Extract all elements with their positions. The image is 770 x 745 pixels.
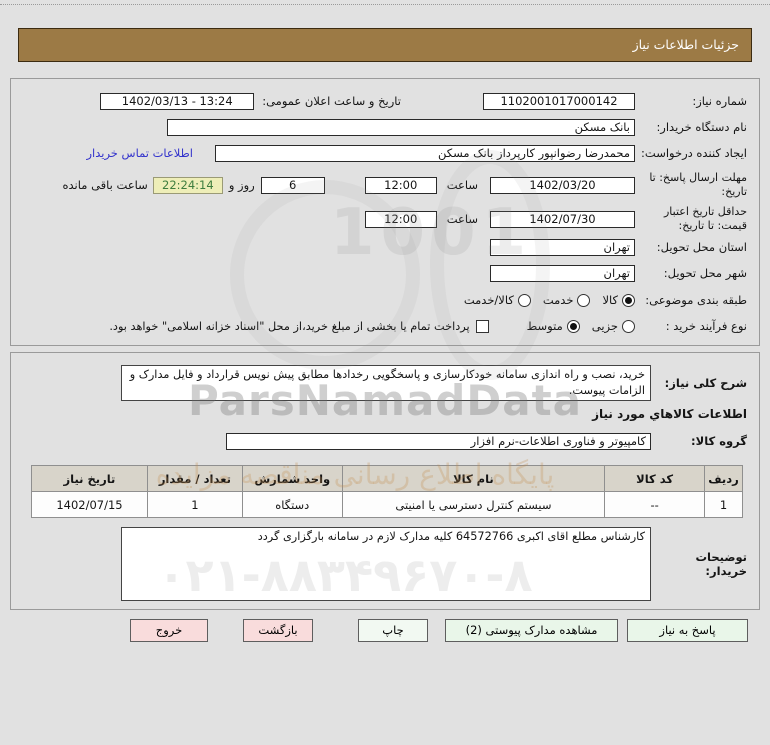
treasury-checkbox[interactable]	[475, 319, 489, 333]
buyer-org-label: نام دستگاه خریدار:	[656, 119, 747, 134]
response-deadline-date-field[interactable]: 1402/03/20	[490, 176, 635, 194]
buyer-contact-link[interactable]: اطلاعات تماس خریدار	[86, 146, 193, 160]
delivery-city-label: شهر محل تحویل:	[663, 265, 747, 280]
need-info-panel: شماره نیاز: 1102001017000142 تاریخ و ساع…	[10, 78, 760, 346]
buyer-notes-field[interactable]: کارشناس مطلع اقای اکبری 64572766 کلیه مد…	[121, 527, 651, 601]
purchase-type-row: نوع فرآیند خرید : جزیی متوسط پرداخت تمام…	[23, 317, 747, 335]
request-creator-field[interactable]: محمدرضا رضوانپور کارپرداز بانک مسکن	[215, 144, 635, 162]
countdown-timer: 22:24:14	[152, 176, 223, 194]
exit-button[interactable]: خروج	[130, 619, 208, 642]
goods-group-row: گروه کالا: کامپیوتر و فناوری اطلاعات-نرم…	[23, 431, 747, 451]
col-item-code: کد کالا	[604, 465, 706, 492]
delivery-city-row: شهر محل تحویل: تهران	[23, 263, 747, 283]
need-number-row: شماره نیاز: 1102001017000142 تاریخ و ساع…	[23, 91, 747, 111]
purchase-type-label: نوع فرآیند خرید :	[665, 318, 747, 333]
table-row: 1 -- سیستم کنترل دسترسی یا امنیتی دستگاه…	[31, 491, 743, 518]
need-number-label: شماره نیاز:	[692, 93, 747, 108]
page-title: جزئیات اطلاعات نیاز	[18, 28, 752, 62]
radio-medium-label: متوسط	[526, 319, 563, 333]
countdown-label: ساعت باقی مانده	[62, 178, 148, 192]
delivery-province-label: استان محل تحویل:	[656, 239, 747, 254]
col-quantity: تعداد / مقدار	[146, 465, 243, 492]
cell-quantity: 1	[146, 491, 243, 518]
subject-class-row: طبقه بندی موضوعی: کالا خدمت کالا/خدمت	[23, 291, 747, 309]
buyer-notes-label: توضیحات خریدار:	[695, 549, 748, 578]
response-deadline-time-field[interactable]: 12:00	[364, 176, 437, 194]
buyer-notes-row: توضیحات خریدار: کارشناس مطلع اقای اکبری …	[23, 526, 747, 602]
cell-item-code: --	[604, 491, 706, 518]
action-buttons: پاسخ به نیاز مشاهده مدارک پیوستی (2) چاپ…	[0, 619, 770, 645]
announce-datetime-label: تاریخ و ساعت اعلان عمومی:	[262, 94, 401, 108]
delivery-province-field[interactable]: تهران	[490, 238, 635, 256]
col-unit: واحد شمارش	[241, 465, 343, 492]
cell-need-date: 1402/07/15	[31, 491, 148, 518]
response-deadline-hour-label: ساعت	[446, 178, 478, 192]
request-creator-label: ایجاد کننده درخواست:	[641, 145, 747, 160]
radio-medium[interactable]	[566, 319, 580, 333]
delivery-province-row: استان محل تحویل: تهران	[23, 237, 747, 257]
cell-unit: دستگاه	[241, 491, 343, 518]
remaining-days-label: روز و	[228, 178, 255, 192]
goods-group-label: گروه کالا:	[691, 433, 747, 448]
general-description-label: شرح کلی نیاز:	[664, 375, 747, 390]
radio-service[interactable]	[577, 293, 591, 307]
radio-goods-label: کالا	[602, 293, 618, 307]
response-deadline-row: مهلت ارسال پاسخ: تا تاریخ: 1402/03/20 سا…	[23, 171, 748, 199]
price-validity-time-field[interactable]: 12:00	[364, 210, 437, 228]
radio-goods[interactable]	[622, 293, 635, 307]
buyer-org-row: نام دستگاه خریدار: بانک مسکن	[23, 117, 747, 137]
price-validity-date-field[interactable]: 1402/07/30	[490, 210, 635, 228]
goods-section-heading: اطلاعات کالاهاي مورد نیاز	[592, 407, 747, 421]
price-validity-hour-label: ساعت	[446, 212, 478, 226]
delivery-city-field[interactable]: تهران	[490, 264, 635, 282]
print-button[interactable]: چاپ	[358, 619, 428, 642]
respond-to-need-button[interactable]: پاسخ به نیاز	[627, 619, 748, 642]
treasury-checkbox-label: پرداخت تمام یا بخشی از مبلغ خرید،از محل …	[109, 319, 470, 333]
back-button[interactable]: بازگشت	[243, 619, 313, 642]
price-validity-label: حداقل تاریخ اعتبار قیمت: تا تاریخ:	[663, 205, 747, 232]
cell-row-number: 1	[704, 491, 743, 518]
goods-table-header-row: ردیف کد کالا نام کالا واحد شمارش تعداد /…	[31, 465, 743, 492]
price-validity-row: حداقل تاریخ اعتبار قیمت: تا تاریخ: 1402/…	[23, 205, 747, 233]
radio-minor[interactable]	[622, 319, 635, 333]
subject-class-label: طبقه بندی موضوعی:	[645, 292, 747, 307]
view-attached-docs-button[interactable]: مشاهده مدارک پیوستی (2)	[445, 619, 618, 642]
general-description-row: شرح کلی نیاز: خرید، نصب و راه اندازی سام…	[23, 363, 747, 403]
general-description-field[interactable]: خرید، نصب و راه اندازی سامانه خودکارسازی…	[121, 365, 651, 401]
goods-table: ردیف کد کالا نام کالا واحد شمارش تعداد /…	[31, 465, 743, 518]
remaining-days-field[interactable]: 6	[260, 176, 325, 194]
announce-datetime-field[interactable]: 1402/03/13 - 13:24	[100, 92, 255, 110]
buyer-org-field[interactable]: بانک مسکن	[167, 118, 635, 136]
need-number-field[interactable]: 1102001017000142	[483, 92, 635, 110]
col-row-number: ردیف	[704, 465, 743, 492]
radio-goods-service-label: کالا/خدمت	[463, 293, 514, 307]
radio-goods-service[interactable]	[517, 293, 531, 307]
top-dotted-divider	[0, 4, 770, 5]
request-creator-row: ایجاد کننده درخواست: محمدرضا رضوانپور کا…	[23, 143, 747, 163]
response-deadline-label: مهلت ارسال پاسخ: تا تاریخ:	[649, 171, 747, 198]
col-need-date: تاریخ نیاز	[31, 465, 148, 492]
goods-info-panel: شرح کلی نیاز: خرید، نصب و راه اندازی سام…	[10, 352, 760, 610]
radio-minor-label: جزیی	[591, 319, 618, 333]
cell-item-name: سیستم کنترل دسترسی یا امنیتی	[341, 491, 606, 518]
col-item-name: نام کالا	[341, 465, 606, 492]
goods-group-field[interactable]: کامپیوتر و فناوری اطلاعات-نرم افزار	[226, 432, 651, 450]
radio-service-label: خدمت	[542, 293, 574, 307]
